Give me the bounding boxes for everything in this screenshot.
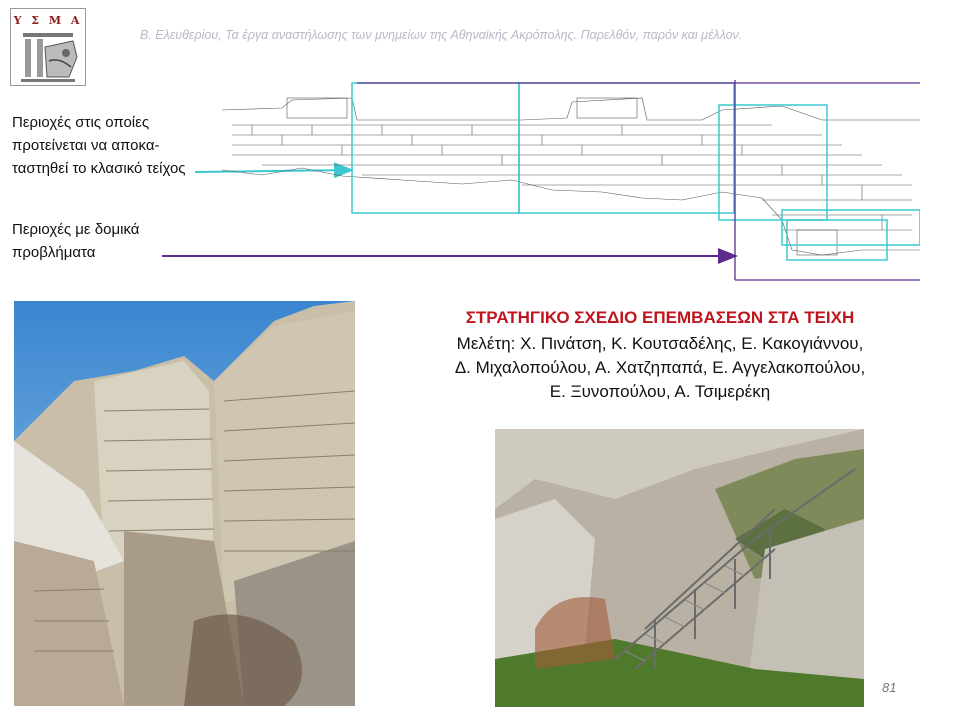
- strategic-plan-title: ΣΤΡΑΤΗΓΙΚΟ ΣΧΕΔΙΟ ΕΠΕΜΒΑΣΕΩΝ ΣΤΑ ΤΕΙΧΗ: [465, 308, 855, 327]
- study-credits: Μελέτη: Χ. Πινάτση, Κ. Κουτσαδέλης, Ε. Κ…: [400, 332, 920, 404]
- wall-photo-left: [14, 301, 355, 706]
- structural-area-boxes: [357, 80, 920, 281]
- credit-line: Μελέτη: Χ. Πινάτση, Κ. Κουτσαδέλης, Ε. Κ…: [456, 334, 864, 353]
- wall-elevation-drawing: [222, 80, 920, 281]
- stairs-photo-right: [495, 429, 864, 707]
- strategic-plan-title-block: ΣΤΡΑΤΗΓΙΚΟ ΣΧΕΔΙΟ ΕΠΕΜΒΑΣΕΩΝ ΣΤΑ ΤΕΙΧΗ Μ…: [400, 308, 920, 404]
- credit-line: Δ. Μιχαλοπούλου, Α. Χατζηπαπά, Ε. Αγγελα…: [454, 358, 866, 377]
- credit-line: Ε. Ξυνοπούλου, Α. Τσιμερέκη: [549, 382, 771, 401]
- page-number: 81: [882, 680, 897, 695]
- restore-area-boxes: [351, 82, 920, 261]
- wall-masonry-lines: [222, 97, 920, 256]
